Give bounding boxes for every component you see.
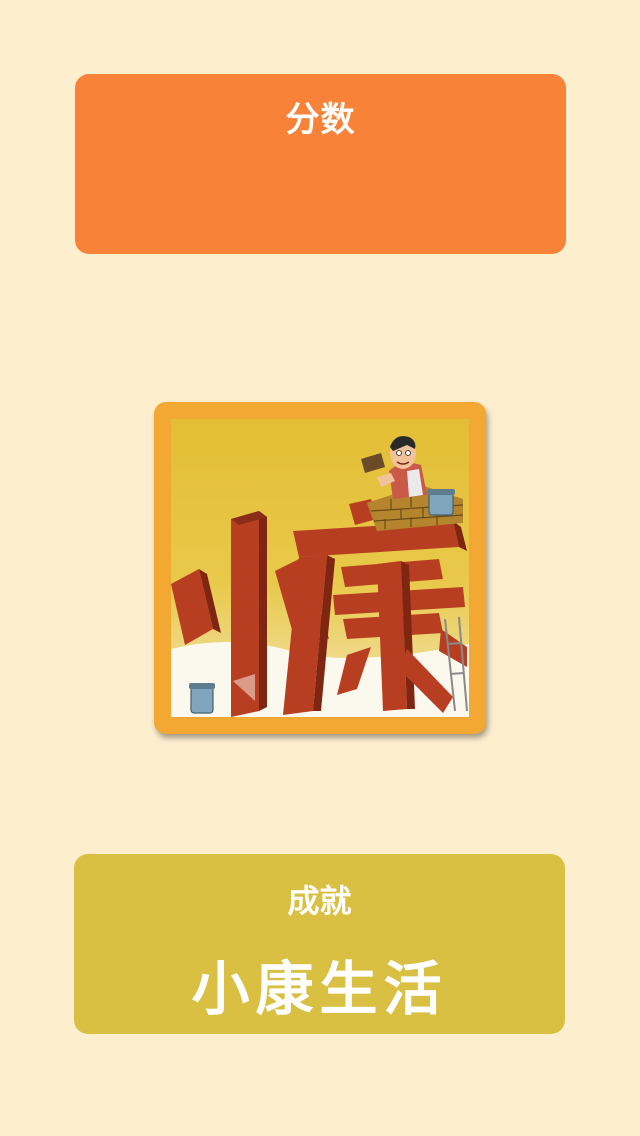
achievement-card: 成就 小康生活: [74, 854, 565, 1034]
score-title: 分数: [285, 100, 356, 140]
achievement-illustration: 小康: [171, 419, 469, 717]
paint-bucket-shape: [189, 683, 215, 714]
score-card: 分数: [75, 74, 566, 254]
achievement-value: 小康生活: [191, 955, 448, 1023]
achievement-illustration-frame: 小康: [154, 402, 486, 734]
achievement-title: 成就: [287, 882, 352, 920]
bricklayer-illustration-icon: 小康: [171, 419, 469, 717]
